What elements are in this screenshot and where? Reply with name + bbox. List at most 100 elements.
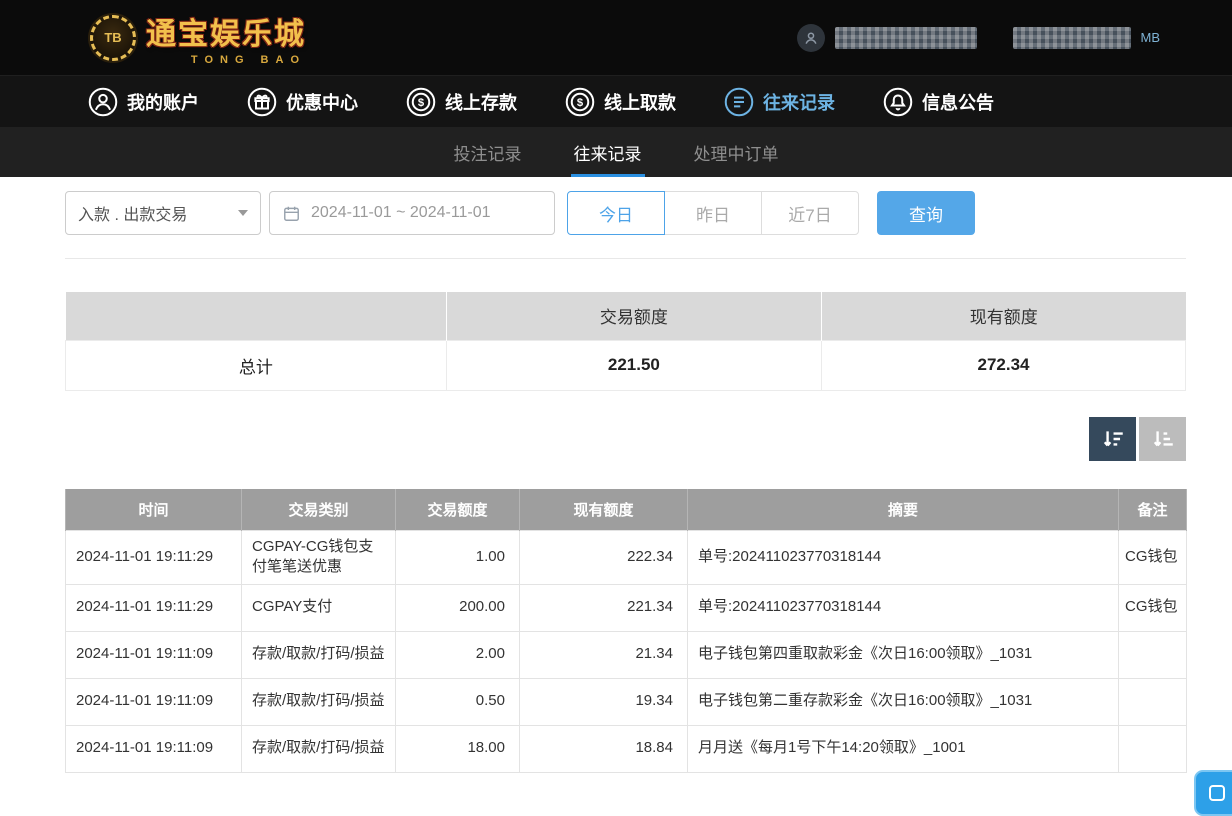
caret-down-icon	[238, 210, 248, 216]
cell-type: 存款/取款/打码/损益	[242, 678, 396, 725]
records-table: 时间 交易类别 交易额度 现有额度 摘要 备注 2024-11-01 19:11…	[65, 489, 1187, 773]
cell-type: 存款/取款/打码/损益	[242, 725, 396, 772]
top-header: TB 通宝娱乐城 TONG BAO MB	[0, 0, 1232, 75]
date-range-value: 2024-11-01 ~ 2024-11-01	[311, 204, 491, 222]
summary-header-transaction: 交易额度	[446, 292, 821, 340]
cell-summary: 单号:202411023770318144	[688, 584, 1119, 631]
logo-chip-icon: TB	[90, 15, 136, 61]
summary-transaction-total: 221.50	[446, 340, 821, 390]
site-logo[interactable]: TB 通宝娱乐城 TONG BAO	[90, 9, 306, 66]
cell-summary: 单号:202411023770318144	[688, 531, 1119, 585]
column-header-type: 交易类别	[242, 489, 396, 531]
cell-time: 2024-11-01 19:11:09	[66, 725, 242, 772]
gift-icon	[247, 87, 277, 117]
cell-amount: 1.00	[396, 531, 520, 585]
nav-label: 优惠中心	[286, 89, 358, 115]
cell-time: 2024-11-01 19:11:09	[66, 678, 242, 725]
date-range-input[interactable]: 2024-11-01 ~ 2024-11-01	[269, 191, 555, 235]
cell-summary: 电子钱包第二重存款彩金《次日16:00领取》_1031	[688, 678, 1119, 725]
tab-betting-records[interactable]: 投注记录	[451, 127, 525, 177]
customer-service-button[interactable]	[1194, 770, 1232, 816]
cell-time: 2024-11-01 19:11:09	[66, 631, 242, 678]
logo-text: 通宝娱乐城 TONG BAO	[146, 9, 306, 66]
sort-asc-icon	[1150, 426, 1176, 452]
nav-label: 线上取款	[604, 89, 676, 115]
cell-amount: 200.00	[396, 584, 520, 631]
cell-balance: 21.34	[520, 631, 688, 678]
nav-item-online-deposit[interactable]: $ 线上存款	[406, 87, 517, 117]
transaction-type-select[interactable]: 入款 . 出款交易	[65, 191, 261, 235]
cell-amount: 2.00	[396, 631, 520, 678]
quick-range-yesterday-button[interactable]: 昨日	[664, 191, 762, 235]
cell-time: 2024-11-01 19:11:29	[66, 531, 242, 585]
column-header-balance: 现有额度	[520, 489, 688, 531]
sort-ascending-button[interactable]	[1139, 417, 1186, 461]
nav-label: 线上存款	[445, 89, 517, 115]
masked-balance	[1013, 27, 1131, 49]
cell-balance: 221.34	[520, 584, 688, 631]
cell-summary: 电子钱包第四重取款彩金《次日16:00领取》_1031	[688, 631, 1119, 678]
table-row: 2024-11-01 19:11:09 存款/取款/打码/损益 0.50 19.…	[66, 678, 1187, 725]
chat-icon	[1205, 781, 1229, 805]
bell-icon	[883, 87, 913, 117]
query-button[interactable]: 查询	[877, 191, 975, 235]
user-icon	[88, 87, 118, 117]
quick-range-last7days-button[interactable]: 近7日	[761, 191, 859, 235]
divider	[65, 258, 1186, 259]
sort-controls	[65, 417, 1186, 461]
cell-summary: 月月送《每月1号下午14:20领取》_1001	[688, 725, 1119, 772]
cell-balance: 222.34	[520, 531, 688, 585]
tab-transaction-records[interactable]: 往来记录	[571, 127, 645, 177]
content-area: 入款 . 出款交易 2024-11-01 ~ 2024-11-01 今日 昨日 …	[0, 177, 1232, 773]
nav-item-online-withdrawal[interactable]: $ 线上取款	[565, 87, 676, 117]
cell-type: CGPAY-CG钱包支付笔笔送优惠	[242, 531, 396, 585]
currency-label: MB	[1141, 30, 1161, 45]
svg-text:$: $	[577, 97, 584, 109]
summary-balance-total: 272.34	[821, 340, 1185, 390]
cell-amount: 18.00	[396, 725, 520, 772]
cell-balance: 19.34	[520, 678, 688, 725]
cell-note: CG钱包	[1119, 531, 1187, 585]
quick-range-today-button[interactable]: 今日	[567, 191, 665, 235]
deposit-coin-icon: $	[406, 87, 436, 117]
user-area: MB	[797, 24, 1161, 52]
user-avatar-icon[interactable]	[797, 24, 825, 52]
logo-title: 通宝娱乐城	[146, 9, 306, 53]
nav-item-my-account[interactable]: 我的账户	[88, 87, 199, 117]
summary-table: 交易额度 现有额度 总计 221.50 272.34	[65, 292, 1186, 391]
cell-note	[1119, 725, 1187, 772]
nav-item-promotions[interactable]: 优惠中心	[247, 87, 358, 117]
records-header-row: 时间 交易类别 交易额度 现有额度 摘要 备注	[66, 489, 1187, 531]
cell-amount: 0.50	[396, 678, 520, 725]
nav-label: 往来记录	[763, 89, 835, 115]
transaction-type-value: 入款 . 出款交易	[78, 201, 187, 225]
summary-header-balance: 现有额度	[821, 292, 1185, 340]
cell-note: CG钱包	[1119, 584, 1187, 631]
cell-time: 2024-11-01 19:11:29	[66, 584, 242, 631]
table-row: 2024-11-01 19:11:09 存款/取款/打码/损益 18.00 18…	[66, 725, 1187, 772]
svg-text:$: $	[418, 97, 425, 109]
cell-note	[1119, 678, 1187, 725]
masked-username	[835, 27, 977, 49]
sort-descending-button[interactable]	[1089, 417, 1136, 461]
table-row: 2024-11-01 19:11:29 CGPAY支付 200.00 221.3…	[66, 584, 1187, 631]
nav-label: 信息公告	[922, 89, 994, 115]
summary-total-label: 总计	[66, 340, 447, 390]
withdraw-coin-icon: $	[565, 87, 595, 117]
column-header-note: 备注	[1119, 489, 1187, 531]
tab-label: 处理中订单	[694, 140, 779, 165]
nav-item-transaction-records[interactable]: 往来记录	[724, 87, 835, 117]
summary-header-empty	[66, 292, 447, 340]
sort-desc-icon	[1100, 426, 1126, 452]
tab-processing-orders[interactable]: 处理中订单	[691, 127, 782, 177]
cell-type: CGPAY支付	[242, 584, 396, 631]
tab-label: 往来记录	[574, 140, 642, 165]
cell-type: 存款/取款/打码/损益	[242, 631, 396, 678]
column-header-amount: 交易额度	[396, 489, 520, 531]
table-row: 2024-11-01 19:11:29 CGPAY-CG钱包支付笔笔送优惠 1.…	[66, 531, 1187, 585]
table-row: 2024-11-01 19:11:09 存款/取款/打码/损益 2.00 21.…	[66, 631, 1187, 678]
main-nav: 我的账户 优惠中心 $ 线上存款 $ 线上取款	[0, 75, 1232, 127]
sub-nav: 投注记录 往来记录 处理中订单	[0, 127, 1232, 177]
cell-balance: 18.84	[520, 725, 688, 772]
nav-item-announcements[interactable]: 信息公告	[883, 87, 994, 117]
